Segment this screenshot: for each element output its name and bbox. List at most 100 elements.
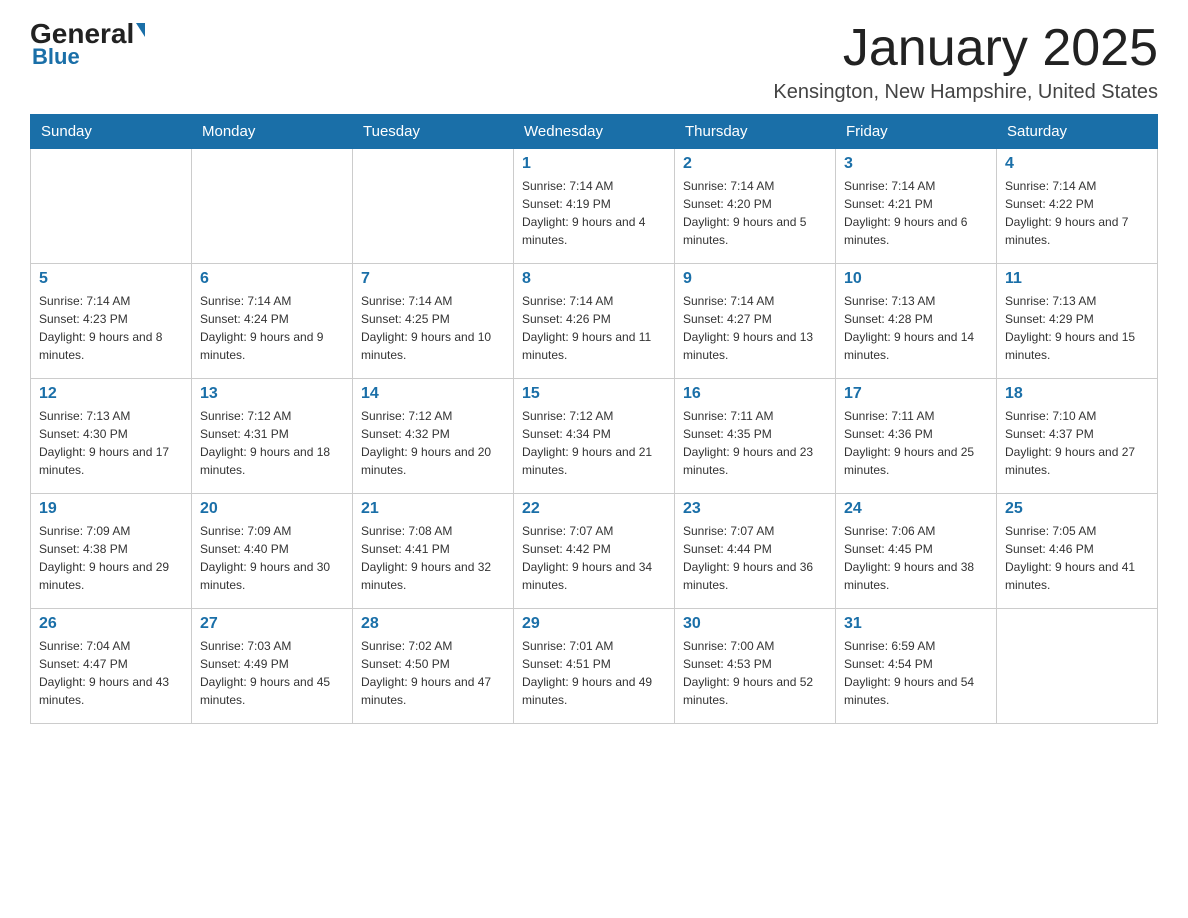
page-header: General Blue January 2025 Kensington, Ne… xyxy=(30,20,1158,104)
cell-info-text: Sunrise: 7:14 AM Sunset: 4:21 PM Dayligh… xyxy=(844,177,988,249)
day-header-tuesday: Tuesday xyxy=(353,115,514,149)
cell-day-number: 7 xyxy=(361,270,505,288)
day-header-friday: Friday xyxy=(836,115,997,149)
cell-day-number: 11 xyxy=(1005,270,1149,288)
cell-info-text: Sunrise: 7:12 AM Sunset: 4:31 PM Dayligh… xyxy=(200,407,344,479)
cell-day-number: 22 xyxy=(522,500,666,518)
calendar-cell: 23 Sunrise: 7:07 AM Sunset: 4:44 PM Dayli… xyxy=(675,494,836,609)
calendar-cell: 13 Sunrise: 7:12 AM Sunset: 4:31 PM Dayli… xyxy=(192,379,353,494)
cell-day-number: 28 xyxy=(361,615,505,633)
cell-info-text: Sunrise: 7:14 AM Sunset: 4:27 PM Dayligh… xyxy=(683,292,827,364)
calendar-cell: 19 Sunrise: 7:09 AM Sunset: 4:38 PM Dayli… xyxy=(31,494,192,609)
calendar-cell xyxy=(192,149,353,264)
cell-day-number: 8 xyxy=(522,270,666,288)
calendar-cell: 26 Sunrise: 7:04 AM Sunset: 4:47 PM Dayli… xyxy=(31,609,192,724)
cell-day-number: 17 xyxy=(844,385,988,403)
cell-info-text: Sunrise: 7:12 AM Sunset: 4:34 PM Dayligh… xyxy=(522,407,666,479)
calendar-header-row: SundayMondayTuesdayWednesdayThursdayFrid… xyxy=(31,115,1158,149)
cell-info-text: Sunrise: 7:02 AM Sunset: 4:50 PM Dayligh… xyxy=(361,637,505,709)
cell-info-text: Sunrise: 7:14 AM Sunset: 4:23 PM Dayligh… xyxy=(39,292,183,364)
cell-day-number: 6 xyxy=(200,270,344,288)
calendar-cell: 31Sunrise: 6:59 AM Sunset: 4:54 PM Dayli… xyxy=(836,609,997,724)
calendar-cell: 24Sunrise: 7:06 AM Sunset: 4:45 PM Dayli… xyxy=(836,494,997,609)
cell-day-number: 5 xyxy=(39,270,183,288)
cell-info-text: Sunrise: 7:11 AM Sunset: 4:35 PM Dayligh… xyxy=(683,407,827,479)
calendar-week-2: 5 Sunrise: 7:14 AM Sunset: 4:23 PM Daylig… xyxy=(31,264,1158,379)
calendar-cell: 4 Sunrise: 7:14 AM Sunset: 4:22 PM Daylig… xyxy=(997,149,1158,264)
cell-day-number: 27 xyxy=(200,615,344,633)
calendar-cell: 25 Sunrise: 7:05 AM Sunset: 4:46 PM Dayli… xyxy=(997,494,1158,609)
cell-day-number: 20 xyxy=(200,500,344,518)
calendar-cell: 12Sunrise: 7:13 AM Sunset: 4:30 PM Dayli… xyxy=(31,379,192,494)
calendar-cell xyxy=(31,149,192,264)
cell-info-text: Sunrise: 7:01 AM Sunset: 4:51 PM Dayligh… xyxy=(522,637,666,709)
cell-info-text: Sunrise: 7:14 AM Sunset: 4:19 PM Dayligh… xyxy=(522,177,666,249)
calendar-cell: 8 Sunrise: 7:14 AM Sunset: 4:26 PM Daylig… xyxy=(514,264,675,379)
cell-day-number: 12 xyxy=(39,385,183,403)
calendar-week-4: 19 Sunrise: 7:09 AM Sunset: 4:38 PM Dayli… xyxy=(31,494,1158,609)
cell-day-number: 26 xyxy=(39,615,183,633)
calendar-cell: 6 Sunrise: 7:14 AM Sunset: 4:24 PM Daylig… xyxy=(192,264,353,379)
calendar-cell: 10Sunrise: 7:13 AM Sunset: 4:28 PM Dayli… xyxy=(836,264,997,379)
cell-day-number: 29 xyxy=(522,615,666,633)
calendar-cell: 27 Sunrise: 7:03 AM Sunset: 4:49 PM Dayli… xyxy=(192,609,353,724)
cell-day-number: 31 xyxy=(844,615,988,633)
calendar-week-1: 1Sunrise: 7:14 AM Sunset: 4:19 PM Daylig… xyxy=(31,149,1158,264)
logo-blue: Blue xyxy=(32,44,80,70)
calendar-cell: 17 Sunrise: 7:11 AM Sunset: 4:36 PM Dayli… xyxy=(836,379,997,494)
cell-info-text: Sunrise: 7:11 AM Sunset: 4:36 PM Dayligh… xyxy=(844,407,988,479)
cell-day-number: 30 xyxy=(683,615,827,633)
cell-info-text: Sunrise: 7:13 AM Sunset: 4:29 PM Dayligh… xyxy=(1005,292,1149,364)
cell-info-text: Sunrise: 7:09 AM Sunset: 4:40 PM Dayligh… xyxy=(200,522,344,594)
cell-info-text: Sunrise: 7:06 AM Sunset: 4:45 PM Dayligh… xyxy=(844,522,988,594)
day-header-thursday: Thursday xyxy=(675,115,836,149)
cell-info-text: Sunrise: 7:00 AM Sunset: 4:53 PM Dayligh… xyxy=(683,637,827,709)
calendar-cell: 18 Sunrise: 7:10 AM Sunset: 4:37 PM Dayli… xyxy=(997,379,1158,494)
cell-day-number: 19 xyxy=(39,500,183,518)
calendar-cell: 21Sunrise: 7:08 AM Sunset: 4:41 PM Dayli… xyxy=(353,494,514,609)
month-title: January 2025 xyxy=(773,20,1158,77)
calendar-cell: 29 Sunrise: 7:01 AM Sunset: 4:51 PM Dayli… xyxy=(514,609,675,724)
cell-day-number: 10 xyxy=(844,270,988,288)
cell-day-number: 4 xyxy=(1005,155,1149,173)
calendar-cell: 20 Sunrise: 7:09 AM Sunset: 4:40 PM Dayli… xyxy=(192,494,353,609)
calendar-cell: 15Sunrise: 7:12 AM Sunset: 4:34 PM Dayli… xyxy=(514,379,675,494)
cell-info-text: Sunrise: 7:04 AM Sunset: 4:47 PM Dayligh… xyxy=(39,637,183,709)
cell-day-number: 16 xyxy=(683,385,827,403)
cell-info-text: Sunrise: 7:05 AM Sunset: 4:46 PM Dayligh… xyxy=(1005,522,1149,594)
cell-info-text: Sunrise: 7:14 AM Sunset: 4:22 PM Dayligh… xyxy=(1005,177,1149,249)
cell-info-text: Sunrise: 7:14 AM Sunset: 4:26 PM Dayligh… xyxy=(522,292,666,364)
calendar-cell: 2Sunrise: 7:14 AM Sunset: 4:20 PM Daylig… xyxy=(675,149,836,264)
calendar-cell: 22 Sunrise: 7:07 AM Sunset: 4:42 PM Dayli… xyxy=(514,494,675,609)
cell-day-number: 14 xyxy=(361,385,505,403)
calendar-week-3: 12Sunrise: 7:13 AM Sunset: 4:30 PM Dayli… xyxy=(31,379,1158,494)
cell-day-number: 9 xyxy=(683,270,827,288)
cell-info-text: Sunrise: 7:08 AM Sunset: 4:41 PM Dayligh… xyxy=(361,522,505,594)
location-title: Kensington, New Hampshire, United States xyxy=(773,81,1158,104)
calendar-cell: 16 Sunrise: 7:11 AM Sunset: 4:35 PM Dayli… xyxy=(675,379,836,494)
calendar-cell: 1Sunrise: 7:14 AM Sunset: 4:19 PM Daylig… xyxy=(514,149,675,264)
cell-info-text: Sunrise: 7:10 AM Sunset: 4:37 PM Dayligh… xyxy=(1005,407,1149,479)
calendar-cell: 28 Sunrise: 7:02 AM Sunset: 4:50 PM Dayli… xyxy=(353,609,514,724)
calendar-cell: 3Sunrise: 7:14 AM Sunset: 4:21 PM Daylig… xyxy=(836,149,997,264)
cell-day-number: 13 xyxy=(200,385,344,403)
calendar-cell: 9 Sunrise: 7:14 AM Sunset: 4:27 PM Daylig… xyxy=(675,264,836,379)
calendar-cell: 7 Sunrise: 7:14 AM Sunset: 4:25 PM Daylig… xyxy=(353,264,514,379)
day-header-sunday: Sunday xyxy=(31,115,192,149)
day-header-wednesday: Wednesday xyxy=(514,115,675,149)
cell-info-text: Sunrise: 7:14 AM Sunset: 4:25 PM Dayligh… xyxy=(361,292,505,364)
cell-day-number: 23 xyxy=(683,500,827,518)
calendar-cell xyxy=(353,149,514,264)
cell-info-text: Sunrise: 7:14 AM Sunset: 4:24 PM Dayligh… xyxy=(200,292,344,364)
cell-info-text: Sunrise: 7:03 AM Sunset: 4:49 PM Dayligh… xyxy=(200,637,344,709)
cell-day-number: 25 xyxy=(1005,500,1149,518)
cell-day-number: 18 xyxy=(1005,385,1149,403)
day-header-monday: Monday xyxy=(192,115,353,149)
cell-info-text: Sunrise: 7:14 AM Sunset: 4:20 PM Dayligh… xyxy=(683,177,827,249)
calendar-week-5: 26 Sunrise: 7:04 AM Sunset: 4:47 PM Dayli… xyxy=(31,609,1158,724)
calendar-cell xyxy=(997,609,1158,724)
cell-info-text: Sunrise: 7:07 AM Sunset: 4:44 PM Dayligh… xyxy=(683,522,827,594)
logo: General Blue xyxy=(30,20,145,70)
cell-info-text: Sunrise: 7:09 AM Sunset: 4:38 PM Dayligh… xyxy=(39,522,183,594)
cell-info-text: Sunrise: 7:07 AM Sunset: 4:42 PM Dayligh… xyxy=(522,522,666,594)
